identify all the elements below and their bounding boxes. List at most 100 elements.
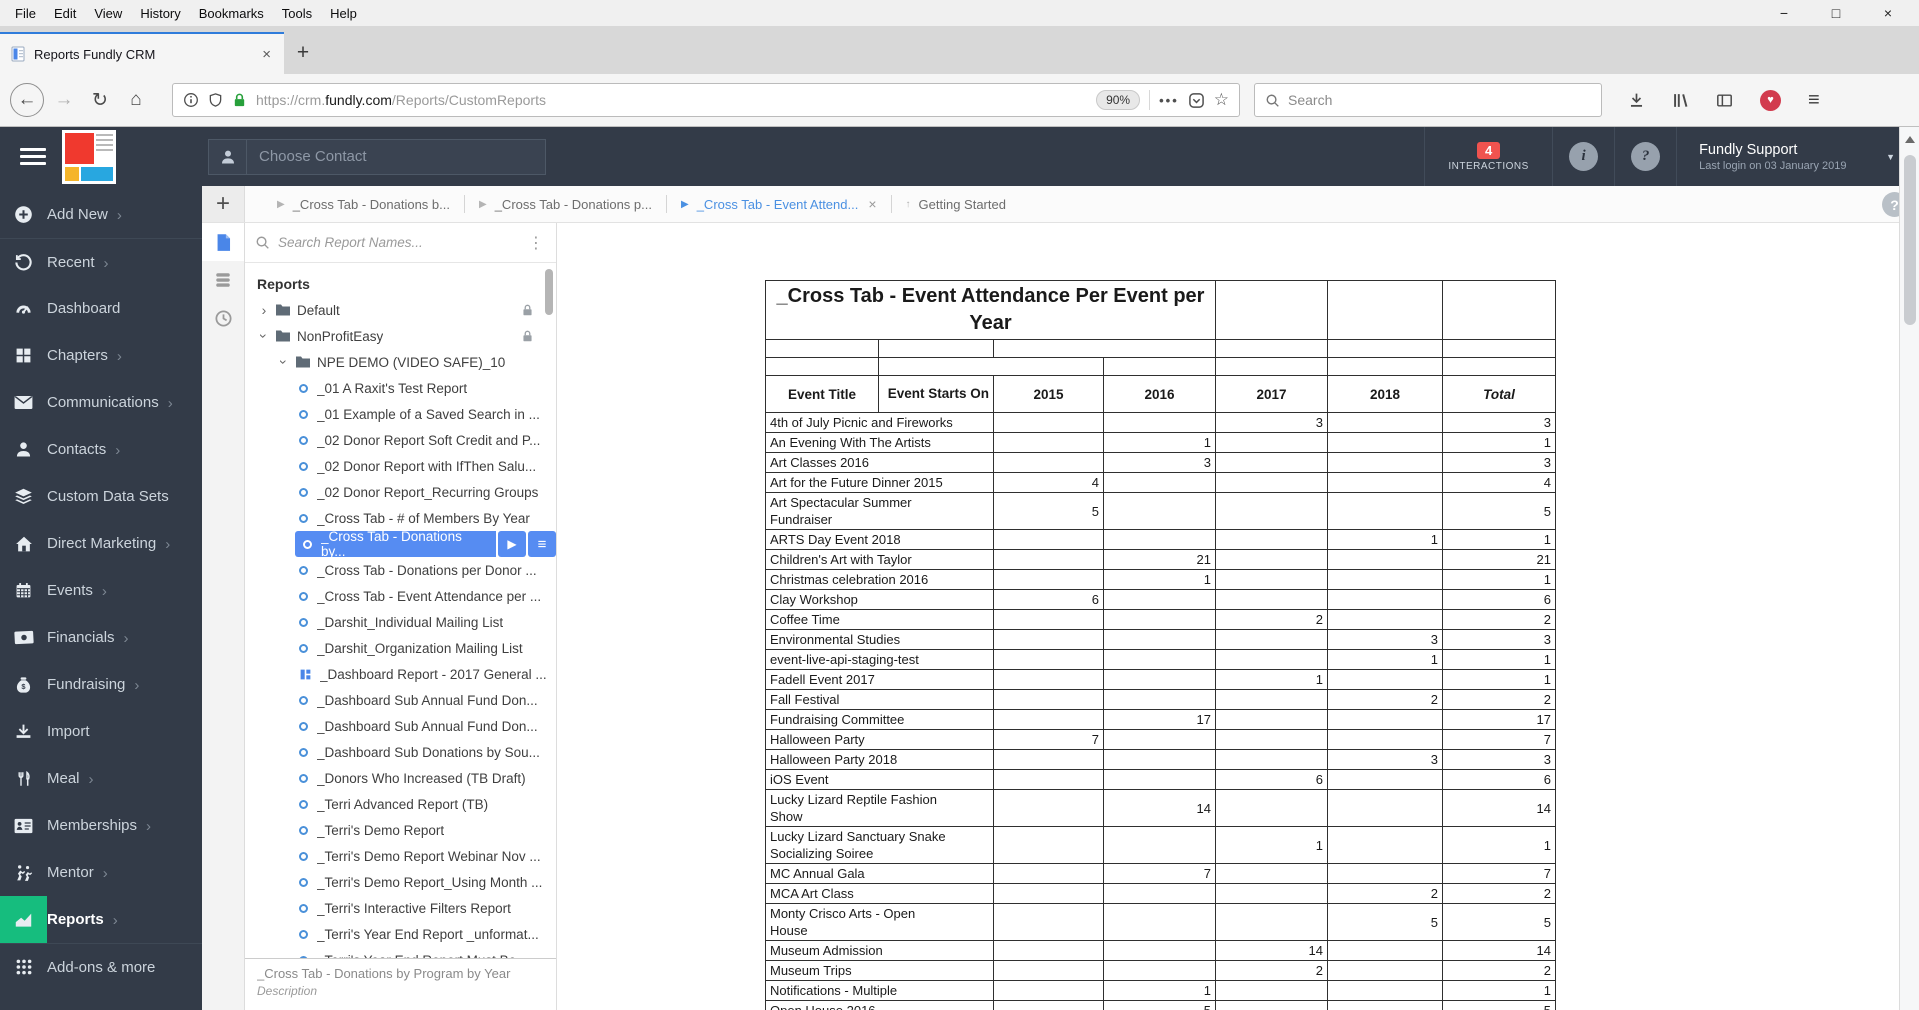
app-menu-icon[interactable]: [20, 148, 46, 165]
browser-menu-icon[interactable]: ≡: [1808, 89, 1820, 112]
recent-reports-tab[interactable]: [202, 299, 244, 337]
tree-item-terri-advanced-report-tb[interactable]: _Terri Advanced Report (TB): [257, 791, 556, 817]
tree-folder-nonprofiteasy[interactable]: › NonProfitEasy: [256, 323, 556, 349]
tree-item-selected-cross-tab-donations-by[interactable]: _Cross Tab - Donations by... ▶ ≡: [295, 529, 556, 559]
sidebar-item-chapters[interactable]: Chapters ›: [0, 332, 202, 379]
sidebar-item-recent[interactable]: Recent ›: [0, 238, 202, 285]
report-tab-cross-tab-donations-b[interactable]: ▶ _Cross Tab - Donations b...: [263, 197, 464, 212]
tree-item-01-a-raxit-s-test-report[interactable]: _01 A Raxit's Test Report: [257, 375, 556, 401]
sidebars-icon[interactable]: [1716, 92, 1733, 109]
home-button[interactable]: ⌂: [120, 84, 152, 116]
scroll-up-arrow[interactable]: [1904, 136, 1915, 143]
back-button[interactable]: ←: [10, 83, 44, 117]
tree-item-terri-s-demo-report-webinar-nov[interactable]: _Terri's Demo Report Webinar Nov ...: [257, 843, 556, 869]
menu-bookmarks[interactable]: Bookmarks: [190, 4, 273, 23]
tree-item-terri-s-demo-report[interactable]: _Terri's Demo Report: [257, 817, 556, 843]
tab-close-icon[interactable]: ×: [259, 46, 274, 63]
data-sets-tab[interactable]: [202, 261, 244, 299]
lock-icon[interactable]: [232, 92, 247, 108]
sidebar-item-communications[interactable]: Communications ›: [0, 379, 202, 426]
reports-list-tab[interactable]: [202, 223, 244, 261]
chevron-down-icon[interactable]: ▼: [1876, 127, 1899, 186]
kebab-menu-icon[interactable]: ⋮: [526, 233, 546, 253]
info-button[interactable]: i: [1552, 127, 1614, 186]
bookmark-star-icon[interactable]: ☆: [1214, 90, 1229, 110]
run-report-button[interactable]: ▶: [498, 531, 526, 557]
tree-item-terri-s-year-end-report-must-be[interactable]: _Terri's Year End Report Must Be...: [257, 947, 556, 958]
sidebar-item-reports[interactable]: Reports ›: [0, 896, 202, 943]
tree-item-dashboard-sub-annual-fund-don[interactable]: _Dashboard Sub Annual Fund Don...: [257, 713, 556, 739]
chevron-down-icon[interactable]: ›: [256, 329, 272, 343]
tree-folder-npe-demo-video-safe-10[interactable]: › NPE DEMO (VIDEO SAFE)_10: [257, 349, 556, 375]
report-tab-cross-tab-donations-p[interactable]: ▶ _Cross Tab - Donations p...: [465, 197, 666, 212]
report-menu-button[interactable]: ≡: [528, 531, 556, 557]
browser-tab[interactable]: Reports Fundly CRM ×: [0, 32, 284, 74]
sidebar-item-add-ons-more[interactable]: Add-ons & more: [0, 943, 202, 990]
site-info-icon[interactable]: [183, 92, 199, 108]
browser-search-input[interactable]: [1288, 92, 1591, 108]
tree-item-02-donor-report-recurring-groups[interactable]: _02 Donor Report_Recurring Groups: [257, 479, 556, 505]
tree-item-donors-who-increased-tb-draft[interactable]: _Donors Who Increased (TB Draft): [257, 765, 556, 791]
zoom-level-badge[interactable]: 90%: [1096, 90, 1141, 110]
window-maximize-button[interactable]: □: [1827, 5, 1845, 21]
tree-scrollbar[interactable]: [545, 269, 553, 315]
page-scrollbar[interactable]: [1899, 127, 1919, 1010]
sidebar-item-contacts[interactable]: Contacts ›: [0, 426, 202, 473]
menu-tools[interactable]: Tools: [273, 4, 321, 23]
tree-item-cross-tab-event-attendance-per[interactable]: _Cross Tab - Event Attendance per ...: [257, 583, 556, 609]
user-menu[interactable]: Fundly Support Last login on 03 January …: [1676, 127, 1876, 186]
shield-icon[interactable]: [208, 92, 223, 108]
sidebar-item-direct-marketing[interactable]: Direct Marketing ›: [0, 520, 202, 567]
tree-item-cross-tab-donations-per-donor[interactable]: _Cross Tab - Donations per Donor ...: [257, 557, 556, 583]
sidebar-item-memberships[interactable]: Memberships ›: [0, 802, 202, 849]
tree-item-01-example-of-a-saved-search-in[interactable]: _01 Example of a Saved Search in ...: [257, 401, 556, 427]
interactions-button[interactable]: 4 INTERACTIONS: [1424, 127, 1552, 186]
save-to-pocket-icon[interactable]: [1188, 92, 1205, 109]
sidebar-item-meal[interactable]: Meal ›: [0, 755, 202, 802]
new-tab-button[interactable]: +: [284, 32, 322, 74]
library-icon[interactable]: [1672, 92, 1689, 109]
report-tab-getting-started[interactable]: ↑ Getting Started: [892, 197, 1020, 212]
chevron-right-icon[interactable]: ›: [257, 302, 271, 318]
forward-button[interactable]: →: [48, 84, 80, 116]
url-bar[interactable]: https://crm.fundly.com/Reports/CustomRep…: [172, 83, 1240, 117]
sidebar-item-dashboard[interactable]: Dashboard: [0, 285, 202, 332]
tree-item-02-donor-report-soft-credit-and-p[interactable]: _02 Donor Report Soft Credit and P...: [257, 427, 556, 453]
sidebar-item-custom-data-sets[interactable]: Custom Data Sets: [0, 473, 202, 520]
tree-item-dashboard-sub-donations-by-sou[interactable]: _Dashboard Sub Donations by Sou...: [257, 739, 556, 765]
choose-contact-input[interactable]: [247, 148, 545, 165]
page-actions-icon[interactable]: •••: [1159, 93, 1179, 108]
selected-report-pill[interactable]: _Cross Tab - Donations by...: [295, 529, 496, 559]
downloads-icon[interactable]: [1628, 92, 1645, 109]
tree-item-dashboard-sub-annual-fund-don[interactable]: _Dashboard Sub Annual Fund Don...: [257, 687, 556, 713]
tree-item-darshit-organization-mailing-list[interactable]: _Darshit_Organization Mailing List: [257, 635, 556, 661]
tree-item-cross-tab-of-members-by-year[interactable]: _Cross Tab - # of Members By Year: [257, 505, 556, 531]
close-icon[interactable]: ×: [868, 196, 876, 212]
choose-contact-field[interactable]: [208, 138, 546, 175]
tree-item-terri-s-demo-report-using-month[interactable]: _Terri's Demo Report_Using Month ...: [257, 869, 556, 895]
sidebar-item-financials[interactable]: Financials ›: [0, 614, 202, 661]
sidebar-item-mentor[interactable]: Mentor ›: [0, 849, 202, 896]
window-close-button[interactable]: ×: [1879, 5, 1897, 21]
reload-button[interactable]: ↻: [84, 84, 116, 116]
chevron-down-icon[interactable]: ›: [276, 355, 292, 369]
pocket-icon[interactable]: ♥: [1760, 89, 1781, 111]
tree-item-02-donor-report-with-ifthen-salu[interactable]: _02 Donor Report with IfThen Salu...: [257, 453, 556, 479]
sidebar-item-import[interactable]: Import: [0, 708, 202, 755]
menu-history[interactable]: History: [131, 4, 189, 23]
menu-help[interactable]: Help: [321, 4, 366, 23]
tree-folder-default[interactable]: › Default: [257, 297, 556, 323]
tree-item-darshit-individual-mailing-list[interactable]: _Darshit_Individual Mailing List: [257, 609, 556, 635]
menu-file[interactable]: File: [6, 4, 45, 23]
tree-item-terri-s-interactive-filters-report[interactable]: _Terri's Interactive Filters Report: [257, 895, 556, 921]
sidebar-item-fundraising[interactable]: $ Fundraising ›: [0, 661, 202, 708]
sidebar-item-events[interactable]: Events ›: [0, 567, 202, 614]
window-minimize-button[interactable]: −: [1775, 5, 1793, 21]
scrollbar-thumb[interactable]: [1903, 155, 1916, 325]
help-button[interactable]: ?: [1614, 127, 1676, 186]
tree-item-terri-s-year-end-report-unformat[interactable]: _Terri's Year End Report _unformat...: [257, 921, 556, 947]
menu-view[interactable]: View: [85, 4, 131, 23]
new-report-button[interactable]: +: [202, 186, 245, 222]
report-search-input[interactable]: [278, 235, 526, 250]
tree-item-dashboard-report-2017-general[interactable]: _Dashboard Report - 2017 General ...: [257, 661, 556, 687]
